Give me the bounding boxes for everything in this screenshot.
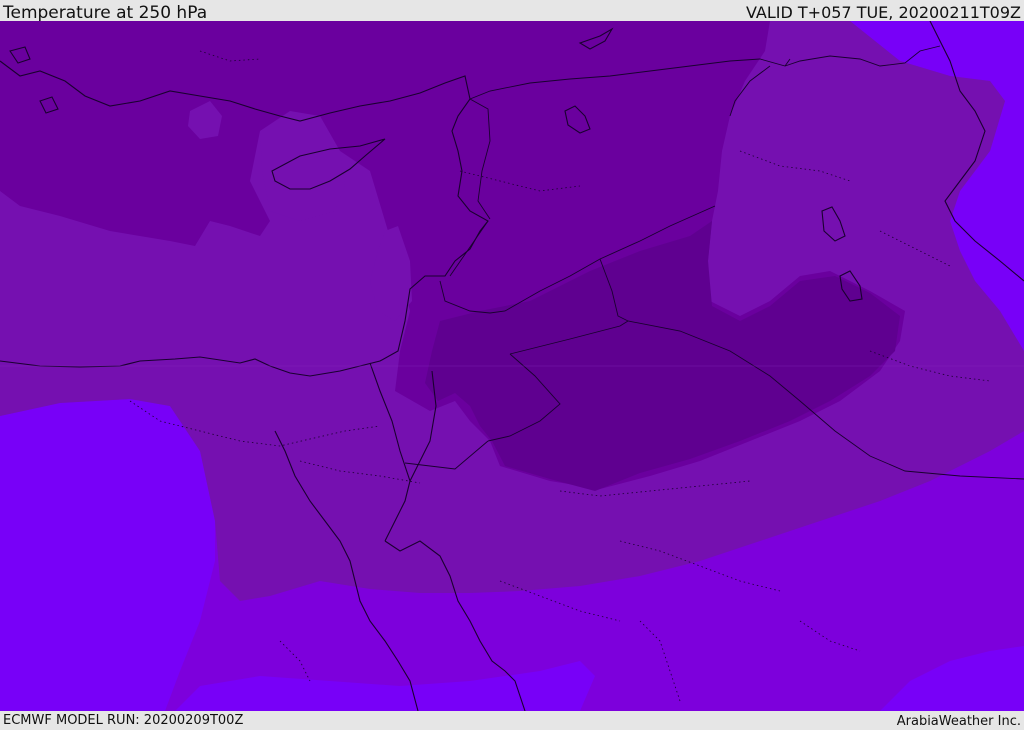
footer-bar: ECMWF MODEL RUN: 20200209T00Z ArabiaWeat… (0, 711, 1024, 729)
map-title: Temperature at 250 hPa (3, 3, 208, 23)
header-bar: Temperature at 250 hPa VALID T+057 TUE, … (0, 0, 1024, 23)
model-run: ECMWF MODEL RUN: 20200209T00Z (3, 713, 244, 728)
credit-label: ArabiaWeather Inc. (896, 714, 1021, 729)
weather-map[interactable] (0, 21, 1024, 711)
valid-time: VALID T+057 TUE, 20200211T09Z (745, 3, 1021, 22)
